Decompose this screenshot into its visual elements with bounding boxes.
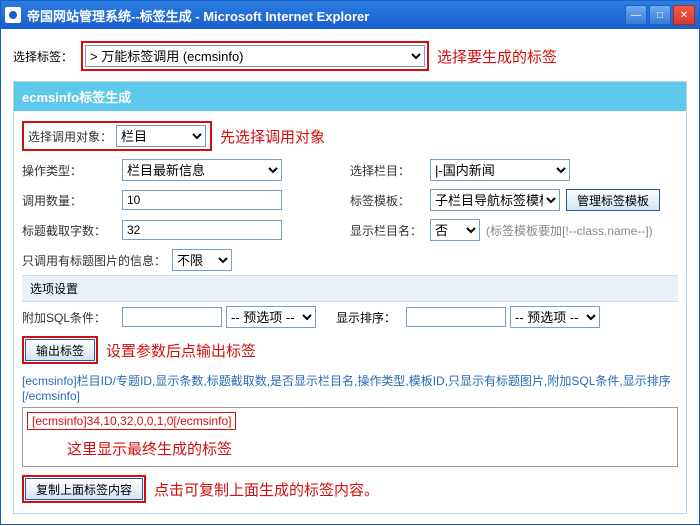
content-area: 选择标签： > 万能标签调用 (ecmsinfo) 选择要生成的标签 ecmsi… xyxy=(1,29,699,526)
only-pic-label: 只调用有标题图片的信息： xyxy=(22,252,172,269)
main-panel: ecmsinfo标签生成 选择调用对象： 栏目 先选择调用对象 操作类型： xyxy=(13,81,687,514)
output-textarea[interactable]: [ecmsinfo]34,10,32,0,0,1,0[/ecmsinfo] 这里… xyxy=(22,407,678,467)
show-colname-hint: (标签模板要加[!--class.name--]) xyxy=(486,222,653,239)
order-label: 显示排序： xyxy=(336,309,406,326)
select-tag-highlight: > 万能标签调用 (ecmsinfo) xyxy=(81,41,429,71)
sql-row: 附加SQL条件： -- 预选项 -- 显示排序： -- 预选项 -- xyxy=(22,302,678,332)
app-window: 帝国网站管理系统--标签生成 - Microsoft Internet Expl… xyxy=(0,0,700,525)
select-tag-row: 选择标签： > 万能标签调用 (ecmsinfo) 选择要生成的标签 xyxy=(13,41,687,71)
call-target-row: 选择调用对象： 栏目 先选择调用对象 xyxy=(22,117,678,155)
output-btn-annotation: 设置参数后点输出标签 xyxy=(106,340,256,361)
select-tag-annotation: 选择要生成的标签 xyxy=(437,46,557,67)
select-tag-label: 选择标签： xyxy=(13,48,73,65)
show-colname-label: 显示栏目名： xyxy=(350,222,430,239)
copy-annotation: 点击可复制上面生成的标签内容。 xyxy=(154,479,379,500)
app-icon xyxy=(5,7,21,23)
only-pic-select[interactable]: 不限 xyxy=(172,249,232,271)
manage-template-button[interactable]: 管理标签模板 xyxy=(566,189,660,211)
output-content: [ecmsinfo]34,10,32,0,0,1,0[/ecmsinfo] xyxy=(27,412,236,430)
format-hint: [ecmsinfo]栏目ID/专题ID,显示条数,标题截取数,是否显示栏目名,操… xyxy=(22,372,678,403)
copy-button[interactable]: 复制上面标签内容 xyxy=(25,478,143,500)
form-area: 选择调用对象： 栏目 先选择调用对象 操作类型： 栏目最新信息 xyxy=(14,111,686,513)
sql-label: 附加SQL条件： xyxy=(22,309,122,326)
call-target-select[interactable]: 栏目 xyxy=(116,125,206,147)
close-button[interactable]: ✕ xyxy=(673,5,695,25)
order-preset-select[interactable]: -- 预选项 -- xyxy=(510,306,600,328)
title-chars-row: 标题截取字数： 显示栏目名： 否 (标签模板要加[!--class.name--… xyxy=(22,215,678,245)
output-tag-button[interactable]: 输出标签 xyxy=(25,339,95,361)
select-tag-dropdown[interactable]: > 万能标签调用 (ecmsinfo) xyxy=(85,45,425,67)
operate-type-label: 操作类型： xyxy=(22,162,122,179)
call-target-highlight: 选择调用对象： 栏目 xyxy=(22,121,212,151)
sql-input[interactable] xyxy=(122,307,222,327)
show-colname-select[interactable]: 否 xyxy=(430,219,480,241)
copy-btn-highlight: 复制上面标签内容 xyxy=(22,475,146,503)
call-target-label: 选择调用对象： xyxy=(28,128,112,145)
call-target-annotation: 先选择调用对象 xyxy=(220,126,325,147)
only-pic-row: 只调用有标题图片的信息： 不限 xyxy=(22,245,678,275)
call-count-input[interactable] xyxy=(122,190,282,210)
title-chars-input[interactable] xyxy=(122,220,282,240)
output-content-annotation: 这里显示最终生成的标签 xyxy=(67,438,673,459)
order-input[interactable] xyxy=(406,307,506,327)
panel-header: ecmsinfo标签生成 xyxy=(14,82,686,111)
title-bar: 帝国网站管理系统--标签生成 - Microsoft Internet Expl… xyxy=(1,1,699,29)
output-btn-row: 输出标签 设置参数后点输出标签 xyxy=(22,332,678,368)
copy-row: 复制上面标签内容 点击可复制上面生成的标签内容。 xyxy=(22,471,678,507)
operate-type-select[interactable]: 栏目最新信息 xyxy=(122,159,282,181)
tag-template-label: 标签模板： xyxy=(350,192,430,209)
minimize-button[interactable]: — xyxy=(625,5,647,25)
maximize-button[interactable]: □ xyxy=(649,5,671,25)
tag-template-select[interactable]: 子栏目导航标签模板 xyxy=(430,189,560,211)
call-count-label: 调用数量： xyxy=(22,192,122,209)
option-section-label: 选项设置 xyxy=(22,275,678,302)
operate-row: 操作类型： 栏目最新信息 选择栏目： |-国内新闻 xyxy=(22,155,678,185)
sql-preset-select[interactable]: -- 预选项 -- xyxy=(226,306,316,328)
select-column-select[interactable]: |-国内新闻 xyxy=(430,159,570,181)
select-column-label: 选择栏目： xyxy=(350,162,430,179)
count-row: 调用数量： 标签模板： 子栏目导航标签模板 管理标签模板 xyxy=(22,185,678,215)
title-chars-label: 标题截取字数： xyxy=(22,222,122,239)
output-btn-highlight: 输出标签 xyxy=(22,336,98,364)
window-controls: — □ ✕ xyxy=(625,5,695,25)
window-title: 帝国网站管理系统--标签生成 - Microsoft Internet Expl… xyxy=(27,6,625,25)
